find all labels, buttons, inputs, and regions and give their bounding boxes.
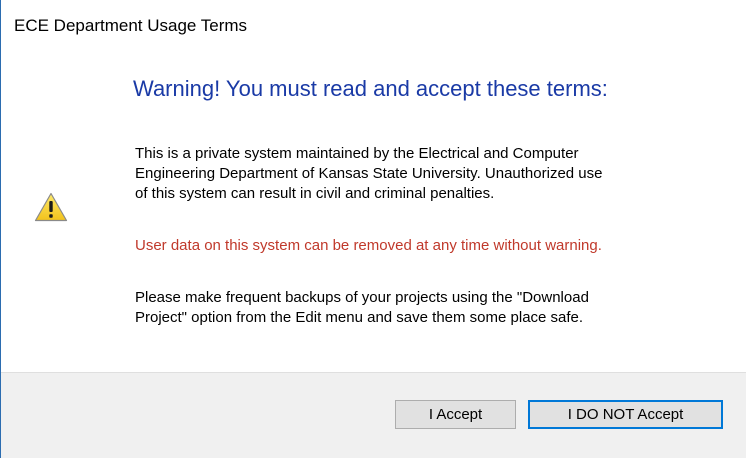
accept-button[interactable]: I Accept bbox=[395, 400, 516, 429]
dialog-heading: Warning! You must read and accept these … bbox=[133, 76, 608, 101]
data-removal-warning: User data on this system can be removed … bbox=[135, 237, 602, 254]
title-bar[interactable]: ECE Department Usage Terms bbox=[1, 0, 746, 62]
dialog-window: ECE Department Usage Terms Warning! You … bbox=[0, 0, 746, 458]
advice-line: Please make frequent backups of your pro… bbox=[135, 289, 589, 306]
button-bar: I Accept I DO NOT Accept bbox=[1, 372, 746, 458]
warning-icon bbox=[34, 192, 68, 222]
notice-line: of this system can result in civil and c… bbox=[135, 185, 495, 202]
system-notice-text: This is a private system maintained by t… bbox=[135, 144, 705, 204]
backup-advice-text: Please make frequent backups of your pro… bbox=[135, 288, 705, 328]
notice-line: This is a private system maintained by t… bbox=[135, 145, 579, 162]
notice-line: Engineering Department of Kansas State U… bbox=[135, 165, 603, 182]
decline-button[interactable]: I DO NOT Accept bbox=[528, 400, 723, 429]
dialog-content: Warning! You must read and accept these … bbox=[1, 62, 746, 372]
window-title: ECE Department Usage Terms bbox=[14, 16, 248, 35]
advice-line: Project" option from the Edit menu and s… bbox=[135, 309, 584, 326]
